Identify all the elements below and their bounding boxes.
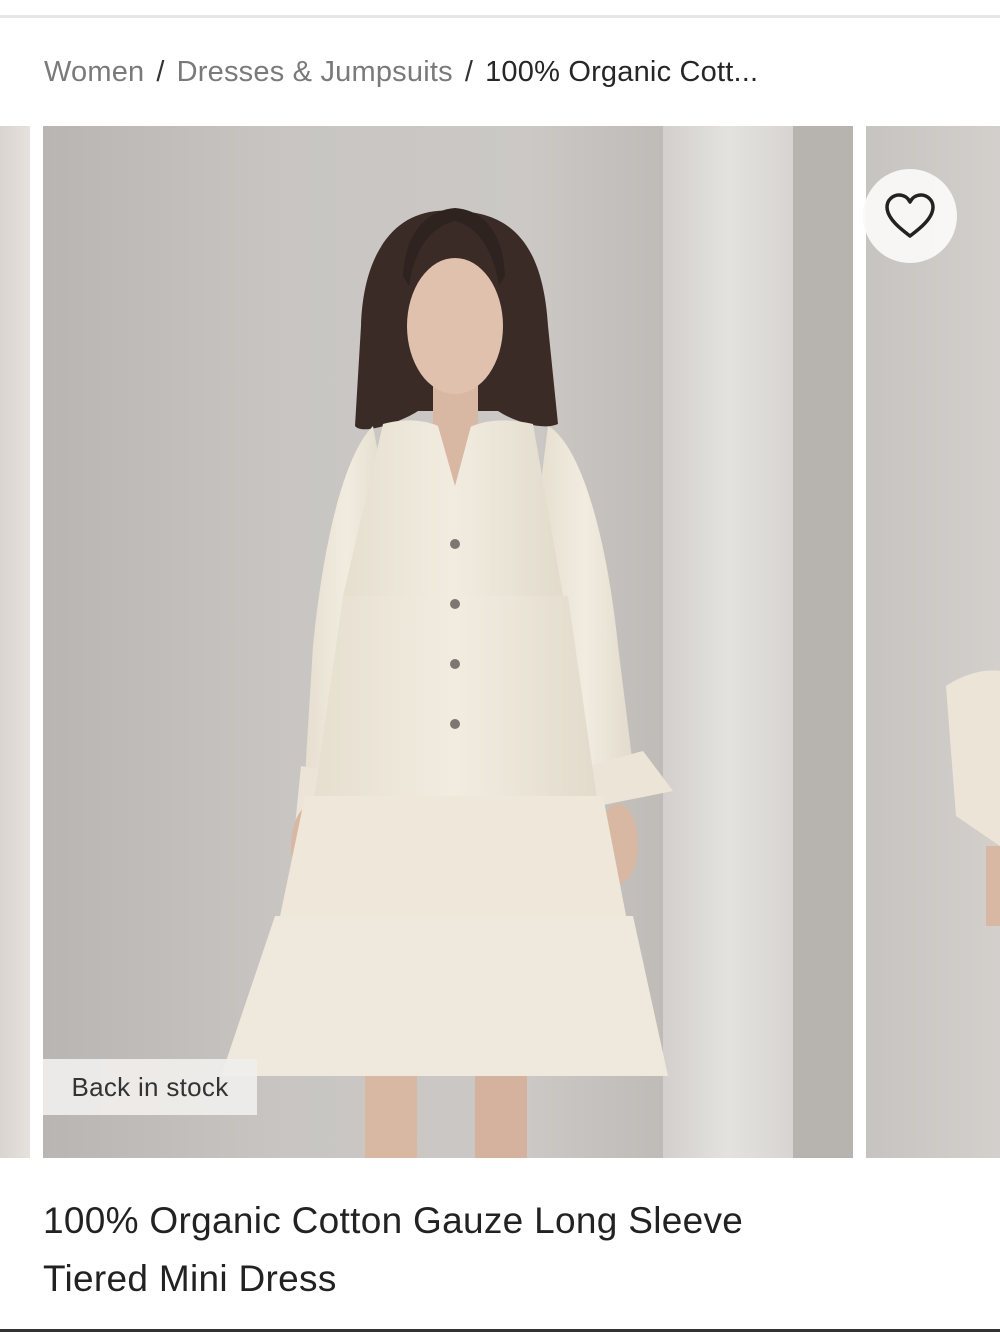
next-image-peek[interactable] [866, 126, 1000, 1158]
breadcrumb-separator: / [156, 55, 165, 88]
product-page: Women / Dresses & Jumpsuits / 100% Organ… [0, 0, 1000, 1333]
previous-image-peek[interactable] [0, 126, 30, 1158]
breadcrumb-current: 100% Organic Cott... [485, 55, 759, 88]
breadcrumb-women-link[interactable]: Women [44, 56, 144, 89]
breadcrumb: Women / Dresses & Jumpsuits / 100% Organ… [44, 52, 758, 92]
model-photo [221, 126, 853, 1158]
product-image[interactable] [43, 126, 853, 1158]
wishlist-button[interactable] [863, 169, 957, 263]
product-title-line-1: 100% Organic Cotton Gauze Long Sleeve [43, 1200, 744, 1241]
image-gallery[interactable] [0, 126, 1000, 1158]
bottom-divider [0, 1329, 1000, 1332]
top-divider [0, 15, 1000, 18]
next-photo [946, 670, 1000, 926]
heart-icon [885, 193, 935, 238]
product-title: 100% Organic Cotton Gauze Long Sleeve Ti… [43, 1192, 943, 1308]
back-in-stock-badge: Back in stock [43, 1059, 257, 1115]
breadcrumb-separator: / [464, 55, 474, 88]
product-title-line-2: Tiered Mini Dress [43, 1258, 337, 1299]
breadcrumb-dresses-link[interactable]: Dresses & Jumpsuits [177, 56, 453, 89]
